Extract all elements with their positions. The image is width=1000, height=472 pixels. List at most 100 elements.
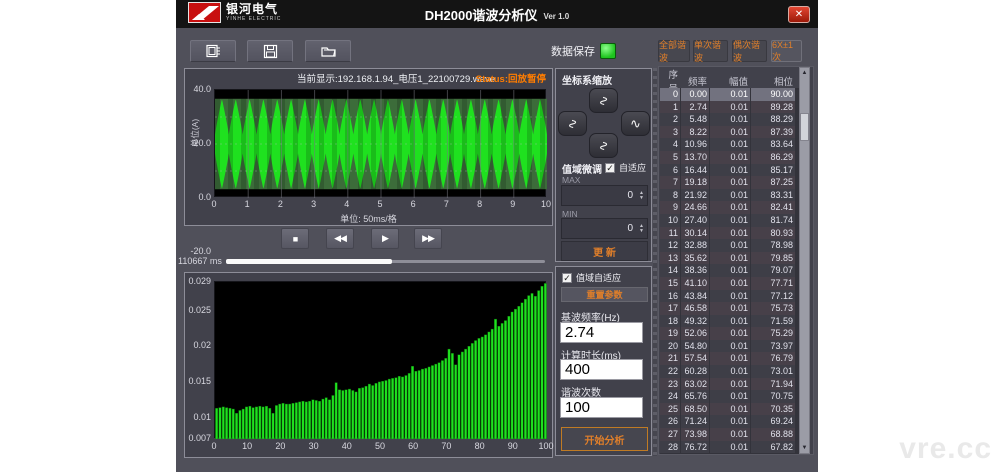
fast-forward-button[interactable]: ▶▶	[414, 228, 442, 249]
table-cell: 7	[660, 176, 680, 189]
zoom-right-button[interactable]: ∿	[621, 111, 650, 136]
table-cell: 17	[660, 302, 680, 315]
table-row[interactable]: 1335.620.0179.85	[660, 252, 800, 265]
start-analysis-button[interactable]: 开始分析	[561, 427, 648, 451]
col-header-phase: 相位	[751, 74, 795, 88]
data-save-group: 数据保存	[528, 42, 616, 60]
close-button[interactable]: ✕	[788, 6, 810, 23]
table-row[interactable]: 2671.240.0169.24	[660, 415, 800, 428]
zoom-panel-title: 坐标系缩放	[562, 72, 612, 87]
table-row[interactable]: 719.180.0187.25	[660, 176, 800, 189]
table-row[interactable]: 25.480.0188.29	[660, 113, 800, 126]
table-cell: 70.35	[751, 403, 795, 416]
table-cell: 30.14	[681, 227, 709, 240]
table-cell: 10	[660, 214, 680, 227]
calc-duration-input[interactable]: 400	[560, 359, 643, 380]
table-row[interactable]: 12.740.0189.28	[660, 101, 800, 114]
min-spinner[interactable]: 0 ▲ ▼	[561, 218, 648, 239]
table-cell: 73.98	[681, 428, 709, 441]
axis-tick-label: 7	[438, 199, 454, 209]
table-row[interactable]: 2568.500.0170.35	[660, 403, 800, 416]
device-button[interactable]	[190, 40, 236, 62]
table-cell: 0.00	[681, 88, 709, 101]
data-save-indicator[interactable]	[600, 43, 616, 59]
table-row[interactable]: 1027.400.0181.74	[660, 214, 800, 227]
table-cell: 46.58	[681, 302, 709, 315]
scrollbar-thumb[interactable]	[800, 113, 809, 141]
table-cell: 5	[660, 151, 680, 164]
spinner-arrows[interactable]: ▲ ▼	[636, 219, 647, 238]
table-cell: 8	[660, 189, 680, 202]
min-value: 0	[562, 223, 636, 234]
waveform-plot	[214, 89, 546, 197]
table-row[interactable]: 1232.880.0178.98	[660, 239, 800, 252]
table-row[interactable]: 1438.360.0179.07	[660, 264, 800, 277]
harmonic-count-input[interactable]: 100	[560, 397, 643, 418]
update-button[interactable]: 更 新	[561, 241, 648, 261]
table-cell: 41.10	[681, 277, 709, 290]
table-row[interactable]: 38.220.0187.39	[660, 126, 800, 139]
table-row[interactable]: 1643.840.0177.12	[660, 290, 800, 303]
table-row[interactable]: 2876.720.0167.82	[660, 441, 800, 454]
table-row[interactable]: 1952.060.0175.29	[660, 327, 800, 340]
table-cell: 2.74	[681, 101, 709, 114]
table-row[interactable]: 1541.100.0177.71	[660, 277, 800, 290]
table-row[interactable]: 1849.320.0171.59	[660, 315, 800, 328]
playback-progress-bar[interactable]	[226, 260, 545, 263]
filter-single-harmonics-button[interactable]: 单次谐波	[693, 40, 728, 62]
table-row[interactable]: 2260.280.0173.01	[660, 365, 800, 378]
max-spinner[interactable]: 0 ▲ ▼	[561, 185, 648, 206]
table-row[interactable]: 513.700.0186.29	[660, 151, 800, 164]
table-row[interactable]: 1130.140.0180.93	[660, 227, 800, 240]
save-button[interactable]	[247, 40, 293, 62]
filter-even-harmonics-button[interactable]: 偶次谐波	[732, 40, 767, 62]
axis-tick-label: 0	[206, 199, 222, 209]
table-row[interactable]: 00.000.0190.00	[660, 88, 800, 101]
axis-tick-label: 10	[538, 199, 554, 209]
zoom-down-button[interactable]: ∿	[589, 133, 618, 158]
panel-splitter[interactable]	[653, 68, 657, 456]
open-button[interactable]	[305, 40, 351, 62]
table-row[interactable]: 2363.020.0171.94	[660, 378, 800, 391]
table-row[interactable]: 821.920.0183.31	[660, 189, 800, 202]
table-cell: 0.01	[710, 403, 750, 416]
table-scrollbar[interactable]: ▲ ▼	[799, 67, 810, 454]
adaptive-checkbox[interactable]: ✓	[605, 163, 615, 173]
axis-tick-label: 40	[337, 441, 357, 451]
fundamental-freq-input[interactable]: 2.74	[560, 322, 643, 343]
table-row[interactable]: 2054.800.0173.97	[660, 340, 800, 353]
table-row[interactable]: 2773.980.0168.88	[660, 428, 800, 441]
spinner-arrows[interactable]: ▲ ▼	[636, 186, 647, 205]
table-row[interactable]: 410.960.0183.64	[660, 138, 800, 151]
scroll-up-icon[interactable]: ▲	[800, 69, 809, 77]
table-cell: 0.01	[710, 151, 750, 164]
filter-all-harmonics-button[interactable]: 全部谐波	[658, 40, 690, 62]
table-cell: 60.28	[681, 365, 709, 378]
table-cell: 5.48	[681, 113, 709, 126]
table-cell: 0.01	[710, 390, 750, 403]
table-cell: 77.71	[751, 277, 795, 290]
axis-tick-label: 50	[370, 441, 390, 451]
table-cell: 77.12	[751, 290, 795, 303]
zoom-left-button[interactable]: ∿	[558, 111, 587, 136]
waveform-header: 当前显示:192.168.1.94_电压1_22100729.wave Stat…	[185, 71, 552, 85]
table-cell: 43.84	[681, 290, 709, 303]
table-row[interactable]: 2465.760.0170.75	[660, 390, 800, 403]
scroll-down-icon[interactable]: ▼	[800, 444, 809, 452]
filter-6x1-harmonics-button[interactable]: 6X±1次	[771, 40, 802, 62]
stop-button[interactable]: ■	[281, 228, 309, 249]
table-row[interactable]: 1746.580.0175.73	[660, 302, 800, 315]
table-row[interactable]: 2157.540.0176.79	[660, 352, 800, 365]
data-save-label: 数据保存	[551, 43, 595, 59]
axis-tick-label: 40.0	[187, 84, 211, 94]
table-cell: 18	[660, 315, 680, 328]
table-row[interactable]: 616.440.0185.17	[660, 164, 800, 177]
reset-params-button[interactable]: 重置参数	[561, 287, 648, 302]
rewind-button[interactable]: ◀◀	[326, 228, 354, 249]
value-adaptive-checkbox[interactable]: ✓	[562, 273, 572, 283]
table-row[interactable]: 924.660.0182.41	[660, 201, 800, 214]
range-adaptive-checkbox-row: ✓ 自适应	[605, 161, 646, 174]
zoom-up-button[interactable]: ∿	[589, 88, 618, 113]
table-cell: 8.22	[681, 126, 709, 139]
play-button[interactable]: ▶	[371, 228, 399, 249]
